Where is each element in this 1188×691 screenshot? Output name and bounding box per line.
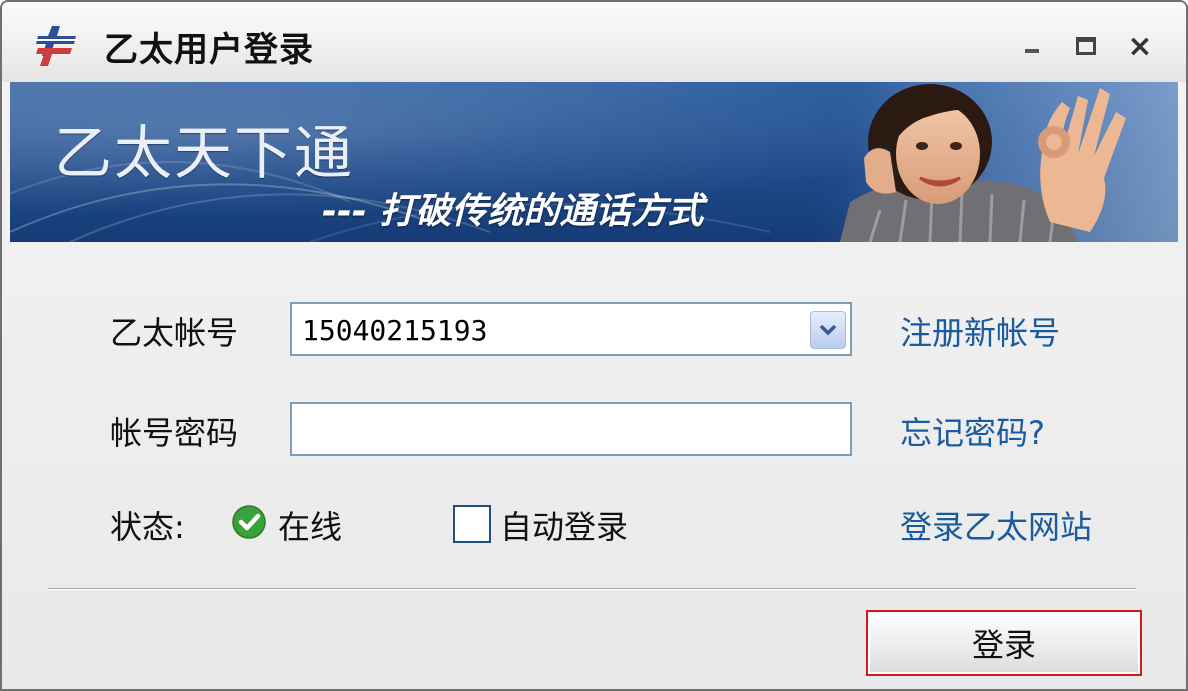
separator-line bbox=[48, 588, 1136, 590]
woman-on-phone-photo bbox=[810, 82, 1178, 242]
login-button[interactable]: 登录 bbox=[866, 610, 1142, 676]
title-bar[interactable]: 乙太用户登录 × bbox=[2, 2, 1186, 82]
password-field[interactable] bbox=[290, 402, 852, 456]
account-value[interactable]: 15040215193 bbox=[302, 314, 487, 347]
account-dropdown-button[interactable] bbox=[810, 311, 846, 349]
login-window: 乙太用户登录 × 乙太天下通 --- 打破传统的通话方式 乙太帐号 150402… bbox=[0, 0, 1188, 691]
status-label: 状态: bbox=[110, 508, 185, 546]
minimize-button[interactable] bbox=[1016, 30, 1048, 62]
minimize-icon bbox=[1025, 49, 1039, 53]
online-check-icon[interactable] bbox=[232, 505, 266, 539]
auto-login-checkbox[interactable] bbox=[453, 505, 491, 543]
banner-title: 乙太天下通 bbox=[54, 119, 355, 187]
banner-slogan: --- 打破传统的通话方式 bbox=[322, 191, 704, 232]
login-button-label: 登录 bbox=[971, 626, 1036, 664]
account-combobox[interactable]: 15040215193 bbox=[290, 302, 852, 356]
chevron-down-icon bbox=[819, 324, 837, 336]
website-link[interactable]: 登录乙太网站 bbox=[900, 502, 1092, 548]
promo-banner: 乙太天下通 --- 打破传统的通话方式 bbox=[10, 82, 1178, 242]
forgot-password-link[interactable]: 忘记密码? bbox=[900, 408, 1045, 454]
app-logo-icon bbox=[34, 26, 78, 66]
close-button[interactable]: × bbox=[1124, 29, 1156, 64]
status-value[interactable]: 在线 bbox=[278, 502, 342, 548]
account-label: 乙太帐号 bbox=[110, 314, 239, 352]
window-title: 乙太用户登录 bbox=[104, 30, 314, 70]
maximize-button[interactable] bbox=[1070, 30, 1102, 62]
register-link[interactable]: 注册新帐号 bbox=[900, 308, 1060, 354]
maximize-icon bbox=[1076, 37, 1096, 55]
auto-login-label[interactable]: 自动登录 bbox=[500, 502, 628, 548]
password-label: 帐号密码 bbox=[110, 414, 239, 452]
